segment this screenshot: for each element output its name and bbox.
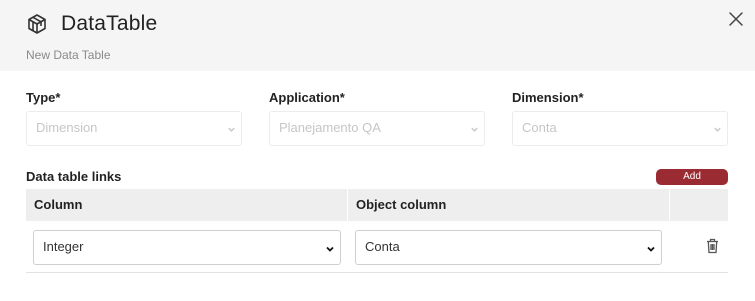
object-column-select-value: Conta xyxy=(365,239,400,254)
type-select: Dimension xyxy=(26,111,242,146)
type-select-value: Dimension xyxy=(36,120,98,135)
dimension-select-value: Conta xyxy=(522,120,557,135)
chevron-down-icon xyxy=(471,127,478,132)
object-column-select[interactable]: Conta xyxy=(355,230,662,265)
modal-header: DataTable New Data Table xyxy=(0,0,755,71)
modal-subtitle: New Data Table xyxy=(26,48,111,62)
cube-icon xyxy=(28,14,46,34)
application-label: Application* xyxy=(269,90,345,105)
trash-icon[interactable] xyxy=(706,238,719,254)
modal-title: DataTable xyxy=(61,12,158,35)
header-divider xyxy=(669,189,670,221)
chevron-down-icon xyxy=(647,246,655,252)
column-select[interactable]: Integer xyxy=(33,230,341,265)
add-link-button[interactable]: Add xyxy=(656,169,728,185)
table-row: Integer Conta xyxy=(26,221,728,273)
chevron-down-icon xyxy=(326,246,334,252)
dimension-select: Conta xyxy=(512,111,728,146)
column-header: Column xyxy=(34,197,83,212)
close-icon[interactable] xyxy=(727,10,745,28)
chevron-down-icon xyxy=(714,127,721,132)
column-select-value: Integer xyxy=(43,239,84,254)
links-table-header: Column Object column xyxy=(26,189,728,221)
data-table-links-title: Data table links xyxy=(26,169,122,184)
chevron-down-icon xyxy=(228,127,235,132)
application-select: Planejamento QA xyxy=(269,111,485,146)
dimension-label: Dimension* xyxy=(512,90,584,105)
object-column-header: Object column xyxy=(356,197,447,212)
type-label: Type* xyxy=(26,90,61,105)
application-select-value: Planejamento QA xyxy=(279,120,381,135)
